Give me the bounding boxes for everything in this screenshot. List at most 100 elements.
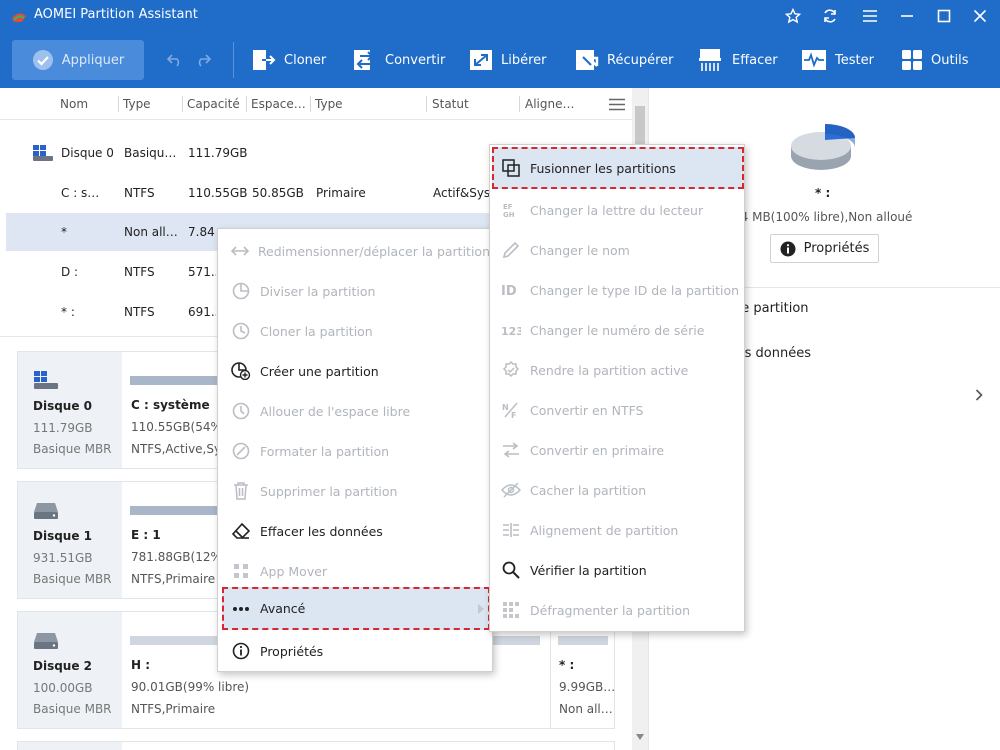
row-type: NTFS — [124, 305, 155, 319]
menu-item-label: Cacher la partition — [530, 482, 647, 498]
menu-item-change-drive-letter[interactable]: EF GH Changer la lettre du lecteur — [492, 190, 744, 230]
partition-name: H : — [131, 658, 151, 672]
partition-name: * : — [559, 658, 575, 672]
menu-item-label: Propriétés — [260, 643, 324, 659]
convert-button[interactable]: Convertir — [353, 40, 445, 80]
column-status[interactable]: Statut — [432, 97, 512, 111]
usage-bar — [130, 376, 222, 385]
app-logo-icon — [12, 13, 26, 22]
menu-item-format[interactable]: Formater la partition — [222, 431, 490, 471]
hard-drive-icon — [34, 503, 58, 519]
menu-item-app-mover[interactable]: App Mover — [222, 551, 490, 591]
row-type: Basiqu… — [124, 146, 177, 160]
title-bar: AOMEI Partition Assistant — [0, 0, 1000, 32]
column-capacity[interactable]: Capacité — [187, 97, 245, 111]
column-alignment[interactable]: Aligne… — [525, 97, 580, 111]
menu-item-change-serial[interactable]: 123 Changer le numéro de série — [492, 310, 744, 350]
wipe-label: Effacer — [732, 52, 778, 68]
svg-text:EF: EF — [503, 203, 513, 211]
hide-icon — [501, 482, 521, 498]
menu-item-label: Créer une partition — [260, 363, 379, 379]
clone-button[interactable]: Cloner — [252, 40, 326, 80]
menu-item-wipe[interactable]: Effacer les données — [222, 511, 490, 551]
partition-type: Non all… — [559, 702, 613, 716]
menu-item-set-active[interactable]: Rendre la partition active — [492, 350, 744, 390]
disk-size: 100.00GB — [33, 681, 93, 695]
maximize-icon[interactable] — [930, 4, 958, 28]
chevron-right-icon[interactable] — [975, 389, 983, 401]
menu-item-advanced[interactable]: Avancé — [222, 587, 490, 630]
test-button[interactable]: Tester — [801, 40, 874, 80]
disk-type: Basique MBR — [33, 442, 112, 456]
row-capacity: 571.5… — [188, 265, 216, 279]
menu-item-label: Allouer de l'espace libre — [260, 403, 411, 419]
convert-label: Convertir — [385, 52, 446, 68]
refresh-icon[interactable] — [816, 4, 844, 28]
partition-block[interactable]: C : système 110.55GB(54% l… NTFS,Active,… — [122, 352, 241, 468]
menu-item-hide-partition[interactable]: Cacher la partition — [492, 470, 744, 510]
format-icon — [232, 442, 250, 460]
scroll-down-icon[interactable] — [636, 734, 644, 740]
row-status: Actif&Sys… — [433, 186, 493, 200]
menu-item-change-type-id[interactable]: ID Changer le type ID de la partition — [492, 270, 744, 310]
menu-item-label: Convertir en NTFS — [530, 402, 644, 418]
menu-item-label: Vérifier la partition — [530, 562, 647, 578]
svg-text:F: F — [511, 411, 516, 419]
undo-button[interactable] — [166, 40, 192, 80]
menu-item-alignment[interactable]: Alignement de partition — [492, 510, 744, 550]
check-icon — [32, 50, 53, 70]
column-free-space[interactable]: Espace… — [251, 97, 307, 111]
menu-item-create-partition[interactable]: Créer une partition — [222, 351, 490, 391]
menu-item-label: Changer le type ID de la partition — [530, 282, 740, 298]
row-free: 50.85GB — [252, 186, 304, 200]
shredder-icon — [699, 49, 721, 71]
redo-button[interactable] — [194, 40, 220, 80]
disk-type: Basique MBR — [33, 702, 112, 716]
menu-item-convert-primary[interactable]: Convertir en primaire — [492, 430, 744, 470]
undo-icon — [166, 54, 180, 67]
menu-item-check-partition[interactable]: Vérifier la partition — [492, 550, 744, 590]
menu-item-clone[interactable]: Cloner la partition — [222, 311, 490, 351]
svg-text:N: N — [502, 403, 509, 412]
menu-item-defragment[interactable]: Défragmenter la partition — [492, 590, 744, 630]
tools-button[interactable]: Outils — [901, 40, 969, 80]
menu-item-label: Avancé — [260, 601, 306, 616]
window-title: AOMEI Partition Assistant — [34, 7, 198, 22]
properties-button[interactable]: Propriétés — [770, 234, 879, 263]
menu-item-rename[interactable]: Changer le nom — [492, 230, 744, 270]
menu-item-delete[interactable]: Supprimer la partition — [222, 471, 490, 511]
menu-item-split[interactable]: Diviser la partition — [222, 271, 490, 311]
menu-item-allocate[interactable]: Allouer de l'espace libre — [222, 391, 490, 431]
app-window: AOMEI Partition Assistant Appliquer Clon… — [0, 0, 1000, 750]
wipe-button[interactable]: Effacer — [698, 40, 778, 80]
selected-partition-info: 34 MB(100% libre),Non alloué — [733, 210, 913, 224]
apply-button[interactable]: Appliquer — [12, 40, 144, 80]
column-options-icon[interactable] — [608, 98, 626, 111]
eraser-icon — [232, 523, 250, 539]
disk-card-3[interactable] — [17, 741, 615, 750]
disk-name: Disque 0 — [33, 399, 93, 413]
recover-label: Récupérer — [607, 52, 674, 68]
partition-block[interactable]: E : 1 781.88GB(12% NTFS,Primaire — [122, 482, 222, 598]
merge-icon — [502, 159, 520, 177]
menu-item-resize[interactable]: Redimensionner/déplacer la partition — [222, 231, 490, 271]
free-space-button[interactable]: Libérer — [469, 40, 547, 80]
disk-size: 931.51GB — [33, 551, 93, 565]
partition-name: C : système — [131, 398, 210, 412]
column-type[interactable]: Type — [123, 97, 178, 111]
split-icon — [232, 282, 250, 300]
menu-item-convert-ntfs[interactable]: NF Convertir en NTFS — [492, 390, 744, 430]
menu-icon[interactable] — [856, 4, 884, 28]
row-name: * : — [61, 305, 75, 319]
menu-item-merge-partitions[interactable]: Fusionner les partitions — [492, 147, 744, 189]
column-name[interactable]: Nom — [60, 97, 110, 111]
menu-item-properties[interactable]: Propriétés — [222, 631, 490, 671]
disk-info: Disque 0 111.79GB Basique MBR — [18, 352, 122, 468]
minimize-icon[interactable] — [893, 4, 921, 28]
create-partition-icon — [231, 362, 251, 380]
column-partition-type[interactable]: Type — [315, 97, 415, 111]
close-icon[interactable] — [966, 4, 994, 28]
app-mover-icon — [234, 564, 248, 578]
star-icon[interactable] — [779, 4, 807, 28]
recover-button[interactable]: Récupérer — [575, 40, 674, 80]
